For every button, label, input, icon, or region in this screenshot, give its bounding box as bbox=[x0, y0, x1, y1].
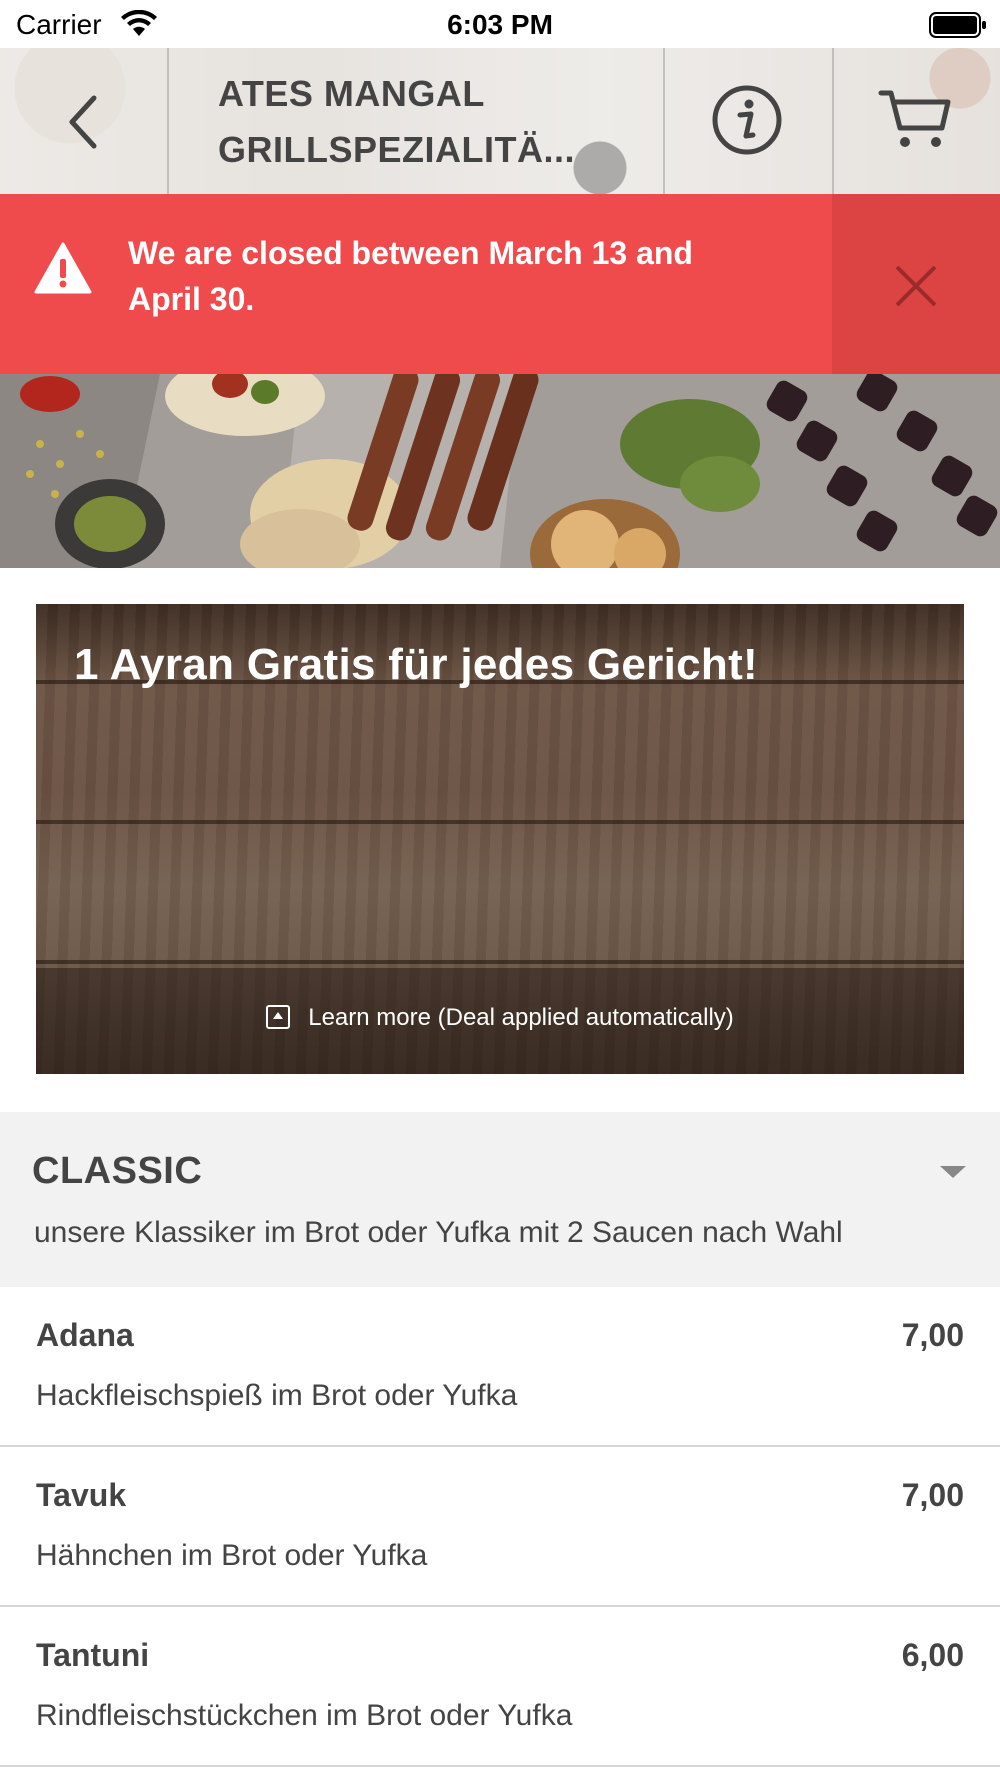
menu-item[interactable]: Tantuni 6,00 Rindfleischstückchen im Bro… bbox=[0, 1607, 1000, 1767]
expand-up-icon bbox=[266, 1005, 291, 1029]
title-line-1: ATES MANGAL bbox=[218, 73, 485, 114]
menu-item[interactable]: Adana 7,00 Hackfleischspieß im Brot oder… bbox=[0, 1287, 1000, 1447]
restaurant-title: ATES MANGAL GRILLSPEZIALITÄ... bbox=[218, 66, 658, 178]
info-button[interactable] bbox=[664, 48, 832, 194]
item-price: 7,00 bbox=[901, 1317, 964, 1353]
item-name: Tavuk bbox=[36, 1477, 127, 1513]
header-divider bbox=[167, 48, 169, 194]
category-description: unsere Klassiker im Brot oder Yufka mit … bbox=[34, 1216, 843, 1249]
chevron-left-icon bbox=[69, 95, 97, 149]
back-button[interactable] bbox=[0, 48, 168, 194]
item-name: Adana bbox=[36, 1317, 134, 1353]
deal-learn-more[interactable]: Learn more (Deal applied automatically) bbox=[36, 968, 964, 1074]
alert-message: We are closed between March 13 and April… bbox=[128, 230, 818, 322]
item-price: 6,00 bbox=[901, 1637, 964, 1673]
alert-line-1: We are closed between March 13 and bbox=[128, 235, 693, 271]
food-illustration bbox=[0, 374, 1000, 568]
warning-icon bbox=[34, 242, 92, 294]
closed-alert-banner: We are closed between March 13 and April… bbox=[0, 194, 1000, 374]
cart-button[interactable] bbox=[832, 48, 1000, 194]
info-icon bbox=[712, 85, 782, 155]
item-name: Tantuni bbox=[36, 1637, 150, 1673]
battery-icon bbox=[929, 12, 986, 38]
title-line-2: GRILLSPEZIALITÄ... bbox=[218, 129, 575, 170]
status-bar: Carrier 6:03 PM bbox=[0, 0, 1000, 48]
deal-banner[interactable]: 1 Ayran Gratis für jedes Gericht! Learn … bbox=[36, 604, 964, 1074]
category-header-classic[interactable]: CLASSIC unsere Klassiker im Brot oder Yu… bbox=[0, 1112, 1000, 1287]
restaurant-hero-image bbox=[0, 374, 1000, 568]
item-description: Rindfleischstückchen im Brot oder Yufka bbox=[36, 1699, 573, 1732]
close-icon bbox=[895, 265, 937, 307]
item-description: Hähnchen im Brot oder Yufka bbox=[36, 1539, 428, 1572]
item-price: 7,00 bbox=[901, 1477, 964, 1513]
restaurant-header: ATES MANGAL GRILLSPEZIALITÄ... bbox=[0, 48, 1000, 194]
alert-line-2: April 30. bbox=[128, 281, 255, 317]
deal-title: 1 Ayran Gratis für jedes Gericht! bbox=[74, 640, 758, 689]
item-description: Hackfleischspieß im Brot oder Yufka bbox=[36, 1379, 518, 1412]
dismiss-alert-button[interactable] bbox=[832, 194, 1000, 374]
learn-more-label: Learn more (Deal applied automatically) bbox=[308, 1004, 734, 1031]
menu-item[interactable]: Tavuk 7,00 Hähnchen im Brot oder Yufka bbox=[0, 1447, 1000, 1607]
category-title: CLASSIC bbox=[32, 1150, 203, 1192]
clock: 6:03 PM bbox=[447, 9, 553, 40]
learn-more-row: Learn more (Deal applied automatically) bbox=[36, 1004, 964, 1032]
caret-down-icon[interactable] bbox=[940, 1166, 966, 1178]
cart-icon bbox=[878, 90, 951, 147]
